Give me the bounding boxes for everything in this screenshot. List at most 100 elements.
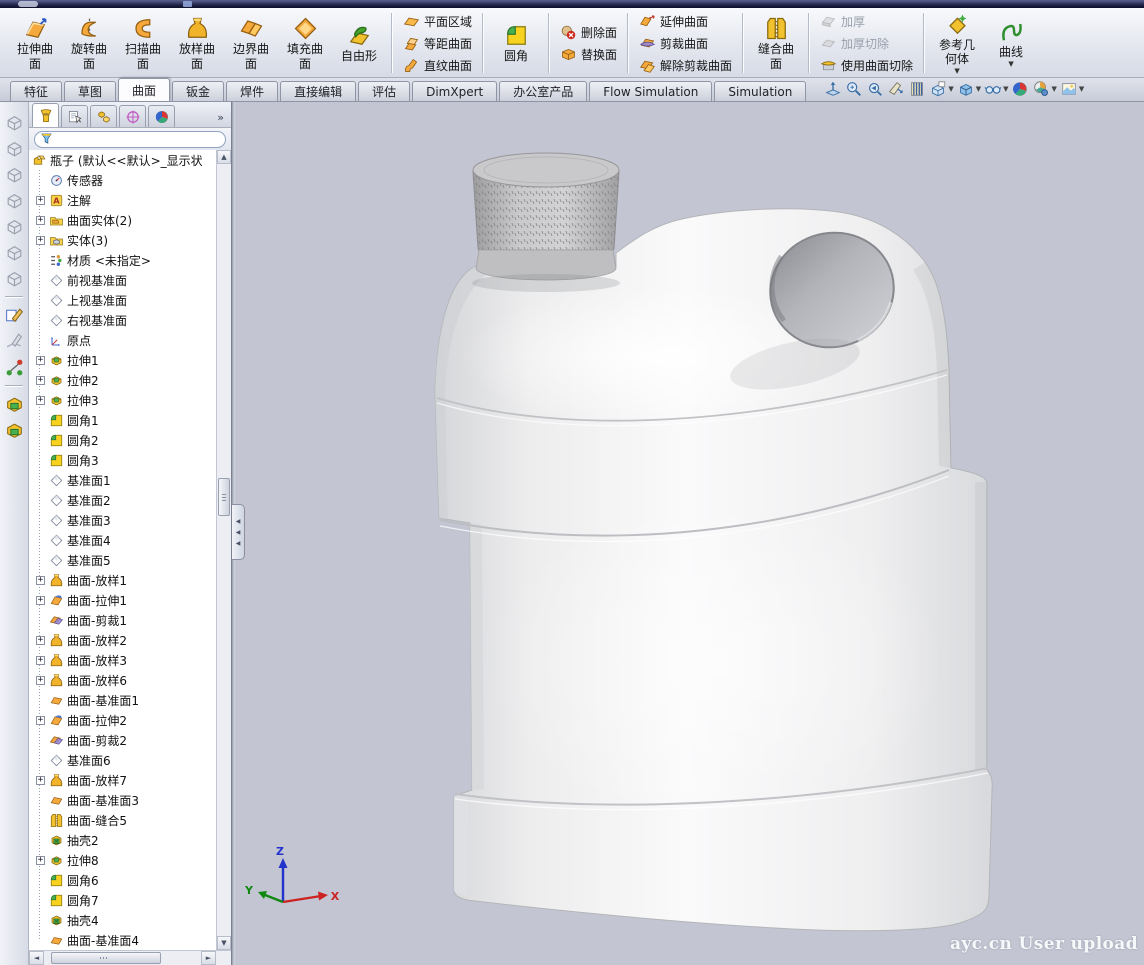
horizontal-scroll-thumb[interactable] xyxy=(51,952,161,964)
commandmanager-tab-8[interactable]: DimXpert xyxy=(412,81,497,101)
expand-box[interactable]: + xyxy=(36,716,45,725)
panel-tab-displaymanager[interactable] xyxy=(148,105,175,127)
commandmanager-tab-2[interactable]: 草图 xyxy=(64,81,116,101)
view-settings-icon[interactable]: ▼ xyxy=(1060,80,1084,98)
expand-box[interactable]: + xyxy=(36,776,45,785)
panel-tab-featuremanager[interactable] xyxy=(32,103,59,127)
tree-item[interactable]: 材质 <未指定> xyxy=(45,250,215,270)
tree-item[interactable]: 抽壳4 xyxy=(45,910,215,930)
tree-item[interactable]: 基准面4 xyxy=(45,530,215,550)
expand-box[interactable]: + xyxy=(36,656,45,665)
commandmanager-tab-3[interactable]: 曲面 xyxy=(118,78,170,101)
tree-item[interactable]: 曲面-剪裁1 xyxy=(45,610,215,630)
tree-item[interactable]: 基准面1 xyxy=(45,470,215,490)
tree-item[interactable]: 圆角1 xyxy=(45,410,215,430)
zebra-stripes-icon[interactable] xyxy=(908,80,926,98)
expand-box[interactable]: + xyxy=(36,196,45,205)
panel-collapse-handle[interactable]: ◀◀◀ xyxy=(232,504,245,560)
hide-show-items-icon[interactable]: ▼ xyxy=(984,80,1008,98)
tree-item[interactable]: +曲面实体(2) xyxy=(45,210,215,230)
tree-item[interactable]: 基准面3 xyxy=(45,510,215,530)
tree-item[interactable]: +拉伸3 xyxy=(45,390,215,410)
commandmanager-tab-9[interactable]: 办公室产品 xyxy=(499,81,587,101)
scroll-down-arrow[interactable]: ▼ xyxy=(217,936,231,950)
commandmanager-tab-5[interactable]: 焊件 xyxy=(226,81,278,101)
standard-view-3-icon[interactable] xyxy=(4,164,25,185)
apply-scene-icon[interactable]: ▼ xyxy=(1032,80,1056,98)
trim-surface-button[interactable]: 剪裁曲面 xyxy=(634,33,713,54)
commandmanager-tab-6[interactable]: 直接编辑 xyxy=(280,81,356,101)
tree-item[interactable]: 曲面-缝合5 xyxy=(45,810,215,830)
edit-appearance-icon[interactable] xyxy=(1011,80,1029,98)
vertical-scroll-thumb[interactable] xyxy=(218,478,230,516)
tree-item[interactable]: 圆角3 xyxy=(45,450,215,470)
graphics-viewport[interactable]: Z X Y ayc.cn User upload xyxy=(235,102,1144,965)
fillet-button[interactable]: 圆角 xyxy=(489,20,543,65)
tree-horizontal-scrollbar[interactable]: ◄ ► xyxy=(29,950,231,965)
tree-item[interactable]: 曲面-基准面1 xyxy=(45,690,215,710)
fill-surface-button[interactable]: 填充曲面 xyxy=(278,13,332,72)
sketch-icon[interactable] xyxy=(4,305,25,326)
dropdown-caret-icon[interactable]: ▼ xyxy=(1079,85,1084,93)
dropdown-caret-icon[interactable]: ▼ xyxy=(976,85,981,93)
tree-item[interactable]: 传感器 xyxy=(45,170,215,190)
tree-item[interactable]: +曲面-放样3 xyxy=(45,650,215,670)
surface-tool-2-icon[interactable] xyxy=(4,420,25,441)
tree-item[interactable]: +曲面-拉伸2 xyxy=(45,710,215,730)
expand-box[interactable]: + xyxy=(36,356,45,365)
boundary-surface-button[interactable]: 边界曲面 xyxy=(224,13,278,72)
standard-view-1-icon[interactable] xyxy=(4,112,25,133)
commandmanager-tab-10[interactable]: Flow Simulation xyxy=(589,81,712,101)
planar-region-button[interactable]: 平面区域 xyxy=(398,11,477,32)
tree-item[interactable]: +曲面-拉伸1 xyxy=(45,590,215,610)
extrude-surface-button[interactable]: 拉伸曲面 xyxy=(8,13,62,72)
surface-tool-1-icon[interactable] xyxy=(4,394,25,415)
cut-with-surface-button[interactable]: 使用曲面切除 xyxy=(815,55,918,76)
expand-box[interactable]: + xyxy=(36,236,45,245)
tree-item[interactable]: +拉伸1 xyxy=(45,350,215,370)
expand-box[interactable]: + xyxy=(36,216,45,225)
tree-item[interactable]: 基准面5 xyxy=(45,550,215,570)
expand-box[interactable]: + xyxy=(36,396,45,405)
dropdown-caret-icon[interactable]: ▼ xyxy=(948,85,953,93)
expand-box[interactable]: + xyxy=(36,636,45,645)
freeform-button[interactable]: 自由形 xyxy=(332,20,386,65)
loft-surface-button[interactable]: 放样曲面 xyxy=(170,13,224,72)
scroll-left-arrow[interactable]: ◄ xyxy=(29,951,44,965)
zoom-to-area-icon[interactable] xyxy=(845,80,863,98)
tree-item[interactable]: +曲面-放样6 xyxy=(45,670,215,690)
tree-item[interactable]: 圆角2 xyxy=(45,430,215,450)
tree-item[interactable]: 圆角7 xyxy=(45,890,215,910)
commandmanager-tab-1[interactable]: 特征 xyxy=(10,81,62,101)
replace-face-button[interactable]: 替换面 xyxy=(555,44,622,65)
route-icon[interactable] xyxy=(4,357,25,378)
display-style-icon[interactable]: ▼ xyxy=(957,80,981,98)
dropdown-caret-icon[interactable]: ▼ xyxy=(1003,85,1008,93)
tree-item[interactable]: 上视基准面 xyxy=(45,290,215,310)
tree-item[interactable]: 原点 xyxy=(45,330,215,350)
scroll-up-arrow[interactable]: ▲ xyxy=(217,150,231,164)
extend-surface-button[interactable]: 延伸曲面 xyxy=(634,11,713,32)
reference-geometry-button[interactable]: 参考几何体▼ xyxy=(930,9,984,77)
tree-item[interactable]: 前视基准面 xyxy=(45,270,215,290)
offset-surface-button[interactable]: 等距曲面 xyxy=(398,33,477,54)
untrim-surface-button[interactable]: 解除剪裁曲面 xyxy=(634,55,737,76)
zoom-to-fit-icon[interactable] xyxy=(824,80,842,98)
scroll-right-arrow[interactable]: ► xyxy=(201,951,216,965)
tree-item[interactable]: +拉伸2 xyxy=(45,370,215,390)
model-3d-bottle[interactable]: Z X Y xyxy=(235,102,1144,965)
curves-button[interactable]: 曲线▼ xyxy=(984,16,1038,70)
tree-item[interactable]: +曲面-放样1 xyxy=(45,570,215,590)
bottle-cap[interactable] xyxy=(472,153,620,292)
ruled-surface-button[interactable]: 直纹曲面 xyxy=(398,55,477,76)
tree-item[interactable]: 基准面2 xyxy=(45,490,215,510)
tree-item[interactable]: 曲面-基准面3 xyxy=(45,790,215,810)
tree-item[interactable]: 基准面6 xyxy=(45,750,215,770)
dropdown-caret-icon[interactable]: ▼ xyxy=(1051,85,1056,93)
tree-item[interactable]: +实体(3) xyxy=(45,230,215,250)
tree-item[interactable]: +A注解 xyxy=(45,190,215,210)
view-orientation-icon[interactable]: ▼ xyxy=(929,80,953,98)
dropdown-caret-icon[interactable]: ▼ xyxy=(1008,61,1013,68)
expand-box[interactable]: + xyxy=(36,676,45,685)
tree-item[interactable]: 曲面-剪裁2 xyxy=(45,730,215,750)
